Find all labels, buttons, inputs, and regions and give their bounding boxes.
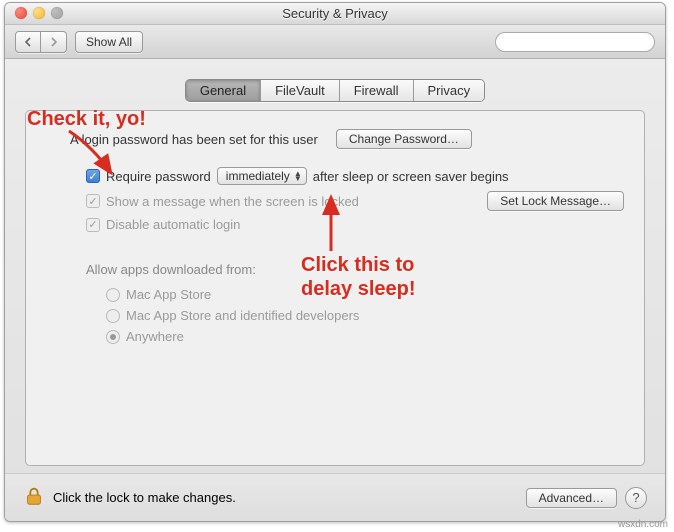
watermark: wsxdn.com xyxy=(618,519,668,530)
delay-value: immediately xyxy=(226,169,290,183)
search-field[interactable] xyxy=(495,32,655,52)
after-sleep-label: after sleep or screen saver begins xyxy=(313,169,509,184)
forward-button[interactable] xyxy=(41,31,67,53)
minimize-button[interactable] xyxy=(33,7,45,19)
advanced-button[interactable]: Advanced… xyxy=(526,488,617,508)
tab-privacy[interactable]: Privacy xyxy=(414,80,485,101)
require-password-checkbox[interactable]: ✓ xyxy=(86,169,100,183)
require-password-label: Require password xyxy=(106,169,211,184)
window-title: Security & Privacy xyxy=(282,6,387,21)
radio-identified[interactable] xyxy=(106,309,120,323)
titlebar: Security & Privacy xyxy=(5,3,665,25)
password-set-label: A login password has been set for this u… xyxy=(70,132,318,147)
zoom-button[interactable] xyxy=(51,7,63,19)
show-all-label: Show All xyxy=(86,35,132,49)
toolbar: Show All xyxy=(5,25,665,59)
allow-apps-label: Allow apps downloaded from: xyxy=(86,262,624,277)
search-input[interactable] xyxy=(506,35,661,49)
tab-bar: General FileVault Firewall Privacy xyxy=(5,79,665,102)
preferences-window: Security & Privacy Show All General File… xyxy=(4,2,666,522)
radio-app-store-label: Mac App Store xyxy=(126,287,211,302)
settings-panel: A login password has been set for this u… xyxy=(25,110,645,466)
nav-buttons xyxy=(15,31,67,53)
radio-app-store[interactable] xyxy=(106,288,120,302)
lock-icon[interactable] xyxy=(23,485,45,510)
change-password-button[interactable]: Change Password… xyxy=(336,129,472,149)
set-lock-message-button[interactable]: Set Lock Message… xyxy=(487,191,624,211)
disable-auto-login-checkbox[interactable]: ✓ xyxy=(86,218,100,232)
back-button[interactable] xyxy=(15,31,41,53)
show-message-checkbox[interactable]: ✓ xyxy=(86,194,100,208)
footer: Click the lock to make changes. Advanced… xyxy=(5,473,665,521)
close-button[interactable] xyxy=(15,7,27,19)
delay-select[interactable]: immediately ▲▼ xyxy=(217,167,307,185)
disable-auto-login-label: Disable automatic login xyxy=(106,217,240,232)
tab-filevault[interactable]: FileVault xyxy=(261,80,340,101)
radio-identified-label: Mac App Store and identified developers xyxy=(126,308,359,323)
show-all-button[interactable]: Show All xyxy=(75,31,143,53)
show-message-label: Show a message when the screen is locked xyxy=(106,194,359,209)
tab-general[interactable]: General xyxy=(186,80,261,101)
radio-anywhere-label: Anywhere xyxy=(126,329,184,344)
lock-text: Click the lock to make changes. xyxy=(53,490,236,505)
tab-firewall[interactable]: Firewall xyxy=(340,80,414,101)
traffic-lights xyxy=(15,7,63,19)
stepper-icon: ▲▼ xyxy=(294,171,302,181)
help-button[interactable]: ? xyxy=(625,487,647,509)
radio-anywhere[interactable] xyxy=(106,330,120,344)
